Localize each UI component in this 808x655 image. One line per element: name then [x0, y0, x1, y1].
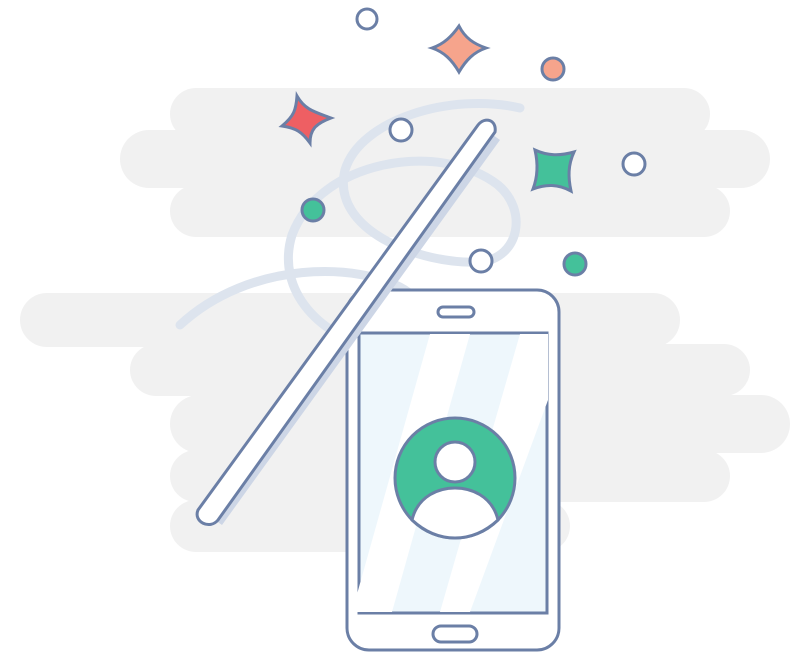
bubble-white	[355, 7, 379, 31]
illustration-canvas	[0, 0, 808, 655]
bubble-green	[562, 251, 588, 277]
user-avatar-icon	[393, 416, 517, 540]
bubble-white	[388, 117, 414, 143]
bubble-peach	[540, 56, 566, 82]
phone-speaker	[436, 305, 476, 319]
bubble-white	[621, 151, 647, 177]
star-green	[530, 147, 577, 194]
bubble-green	[300, 197, 326, 223]
phone-home-button	[431, 624, 479, 644]
star-peach	[427, 23, 491, 75]
avatar-head	[433, 440, 477, 484]
magic-wand-phone-illustration	[20, 7, 790, 652]
bubble-white	[468, 248, 494, 274]
